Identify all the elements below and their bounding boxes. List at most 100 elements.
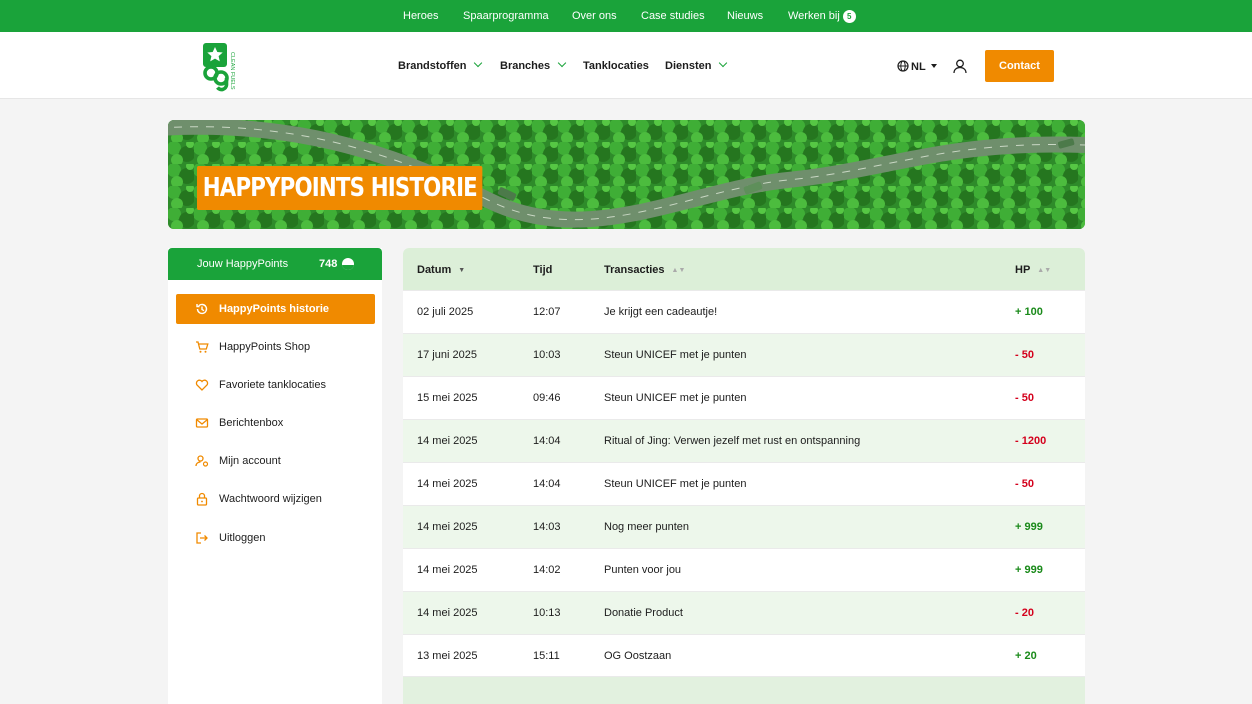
cell-datum: 15 mei 2025 [417, 392, 478, 404]
cell-tijd: 10:13 [533, 607, 561, 619]
mail-icon [195, 418, 209, 428]
language-selector[interactable]: NL [897, 60, 937, 73]
cell-transactie: Steun UNICEF met je punten [604, 349, 747, 361]
cell-datum: 17 juni 2025 [417, 349, 477, 361]
table-row: 14 mei 2025 14:04 Ritual of Jing: Verwen… [403, 419, 1085, 462]
happypoints-table: Datum ▼ Tijd Transacties ▲▼ HP ▲▼ 02 juli 2… [403, 248, 1085, 704]
cell-hp: - 50 [1015, 392, 1034, 404]
cell-hp: - 50 [1015, 349, 1034, 361]
sidebar-item-mijn-account[interactable]: Mijn account [176, 446, 375, 476]
heart-icon [195, 379, 209, 391]
nav-brandstoffen-label: Brandstoffen [398, 60, 467, 72]
sidebar-item-uitloggen[interactable]: Uitloggen [176, 523, 375, 553]
topnav-over-ons[interactable]: Over ons [572, 10, 617, 22]
cell-transactie: Steun UNICEF met je punten [604, 478, 747, 490]
table-row: 17 juni 2025 10:03 Steun UNICEF met je p… [403, 333, 1085, 376]
table-row: 14 mei 2025 14:02 Punten voor jou + 999 [403, 548, 1085, 591]
nav-branches-label: Branches [500, 60, 551, 72]
nav-brandstoffen[interactable]: Brandstoffen [398, 58, 483, 72]
table-row: 14 mei 2025 14:03 Nog meer punten + 999 [403, 505, 1085, 548]
cell-datum: 14 mei 2025 [417, 521, 478, 533]
happypoints-balance: Jouw HappyPoints 748 [168, 248, 382, 280]
sidebar-item-label: Uitloggen [219, 532, 266, 544]
logo-side-text: CLEAN FUELS [229, 52, 235, 90]
cell-datum: 14 mei 2025 [417, 478, 478, 490]
contact-button[interactable]: Contact [985, 50, 1054, 82]
cell-hp: - 50 [1015, 478, 1034, 490]
account-sidebar: Jouw HappyPoints 748 HappyPoints histori… [168, 248, 382, 704]
sidebar-item-label: HappyPoints Shop [219, 341, 311, 353]
caret-down-icon [930, 64, 937, 68]
sidebar-item-favoriete-tanklocaties[interactable]: Favoriete tanklocaties [176, 370, 375, 400]
og-logo[interactable]: CLEAN FUELS [202, 42, 238, 92]
globe-icon [897, 60, 909, 72]
cell-transactie: Ritual of Jing: Verwen jezelf met rust e… [604, 435, 861, 447]
topnav-spaarprogramma[interactable]: Spaarprogramma [463, 10, 549, 22]
cell-datum: 13 mei 2025 [417, 650, 478, 662]
nav-diensten-label: Diensten [665, 60, 712, 72]
balance-label: Jouw HappyPoints [197, 258, 289, 270]
sidebar-item-wachtwoord[interactable]: Wachtwoord wijzigen [176, 484, 375, 514]
cell-hp: - 20 [1015, 607, 1034, 619]
chevron-down-icon [557, 58, 567, 68]
chevron-down-icon [719, 58, 728, 68]
nav-tanklocaties[interactable]: Tanklocaties [583, 60, 649, 72]
nav-branches[interactable]: Branches [500, 58, 567, 72]
cell-hp: - 1200 [1015, 435, 1047, 447]
sidebar-item-label: Wachtwoord wijzigen [219, 493, 322, 505]
cell-datum: 14 mei 2025 [417, 607, 478, 619]
table-row: 15 mei 2025 09:46 Steun UNICEF met je pu… [403, 376, 1085, 419]
table-row: 14 mei 2025 10:13 Donatie Product - 20 [403, 591, 1085, 634]
topnav-case-studies[interactable]: Case studies [641, 10, 705, 22]
sidebar-item-label: Berichtenbox [219, 417, 284, 429]
sort-icon: ▲▼ [671, 267, 686, 274]
cell-hp: + 999 [1015, 564, 1043, 576]
table-header: Datum ▼ Tijd Transacties ▲▼ HP ▲▼ [403, 248, 1085, 291]
sort-desc-icon: ▼ [458, 267, 466, 274]
topnav-nieuws[interactable]: Nieuws [727, 10, 763, 22]
sidebar-item-berichtenbox[interactable]: Berichtenbox [176, 408, 375, 438]
cell-transactie: Donatie Product [604, 607, 683, 619]
user-icon[interactable] [953, 59, 967, 74]
history-icon [196, 303, 208, 315]
language-code: NL [911, 61, 926, 73]
column-hp[interactable]: HP ▲▼ [1015, 264, 1051, 276]
werken-bij-label: Werken bij [788, 10, 840, 22]
table-row: 13 mei 2025 15:11 OG Oostzaan + 20 [403, 634, 1085, 677]
topnav-heroes[interactable]: Heroes [403, 10, 438, 22]
column-transacties-label: Transacties [604, 264, 665, 276]
cell-transactie: Je krijgt een cadeautje! [604, 306, 718, 318]
cell-transactie: OG Oostzaan [604, 650, 672, 662]
topnav-werken-bij[interactable]: Werken bij 5 [788, 10, 856, 23]
cell-transactie: Steun UNICEF met je punten [604, 392, 747, 404]
coin-icon [342, 258, 354, 270]
user-settings-icon [195, 455, 209, 467]
cell-hp: + 100 [1015, 306, 1043, 318]
table-row: 02 juli 2025 12:07 Je krijgt een cadeaut… [403, 290, 1085, 333]
cell-datum: 14 mei 2025 [417, 435, 478, 447]
table-row: 14 mei 2025 14:04 Steun UNICEF met je pu… [403, 462, 1085, 505]
sidebar-item-shop[interactable]: HappyPoints Shop [176, 332, 375, 362]
nav-diensten[interactable]: Diensten [665, 58, 728, 72]
cell-hp: + 20 [1015, 650, 1037, 662]
column-datum[interactable]: Datum ▼ [417, 264, 465, 276]
cell-tijd: 14:04 [533, 435, 561, 447]
og-logo-graphic: CLEAN FUELS [203, 43, 235, 92]
main-header: CLEAN FUELS Brandstoffen Branches Tanklo… [0, 32, 1252, 99]
balance-value: 748 [319, 258, 338, 270]
column-transacties[interactable]: Transacties ▲▼ [604, 264, 685, 276]
cell-tijd: 12:07 [533, 306, 561, 318]
cell-tijd: 14:02 [533, 564, 561, 576]
cell-tijd: 10:03 [533, 349, 561, 361]
sidebar-item-label: HappyPoints historie [219, 303, 330, 315]
column-tijd: Tijd [533, 264, 553, 276]
sidebar-item-label: Mijn account [219, 455, 281, 467]
cell-hp: + 999 [1015, 521, 1043, 533]
cell-tijd: 09:46 [533, 392, 561, 404]
chevron-down-icon [474, 58, 483, 68]
cell-transactie: Punten voor jou [604, 564, 682, 576]
sidebar-item-historie[interactable]: HappyPoints historie [176, 294, 375, 324]
lock-icon [196, 492, 208, 506]
logout-icon [196, 532, 208, 544]
page-title: HAPPYPOINTS HISTORIE [197, 166, 483, 210]
